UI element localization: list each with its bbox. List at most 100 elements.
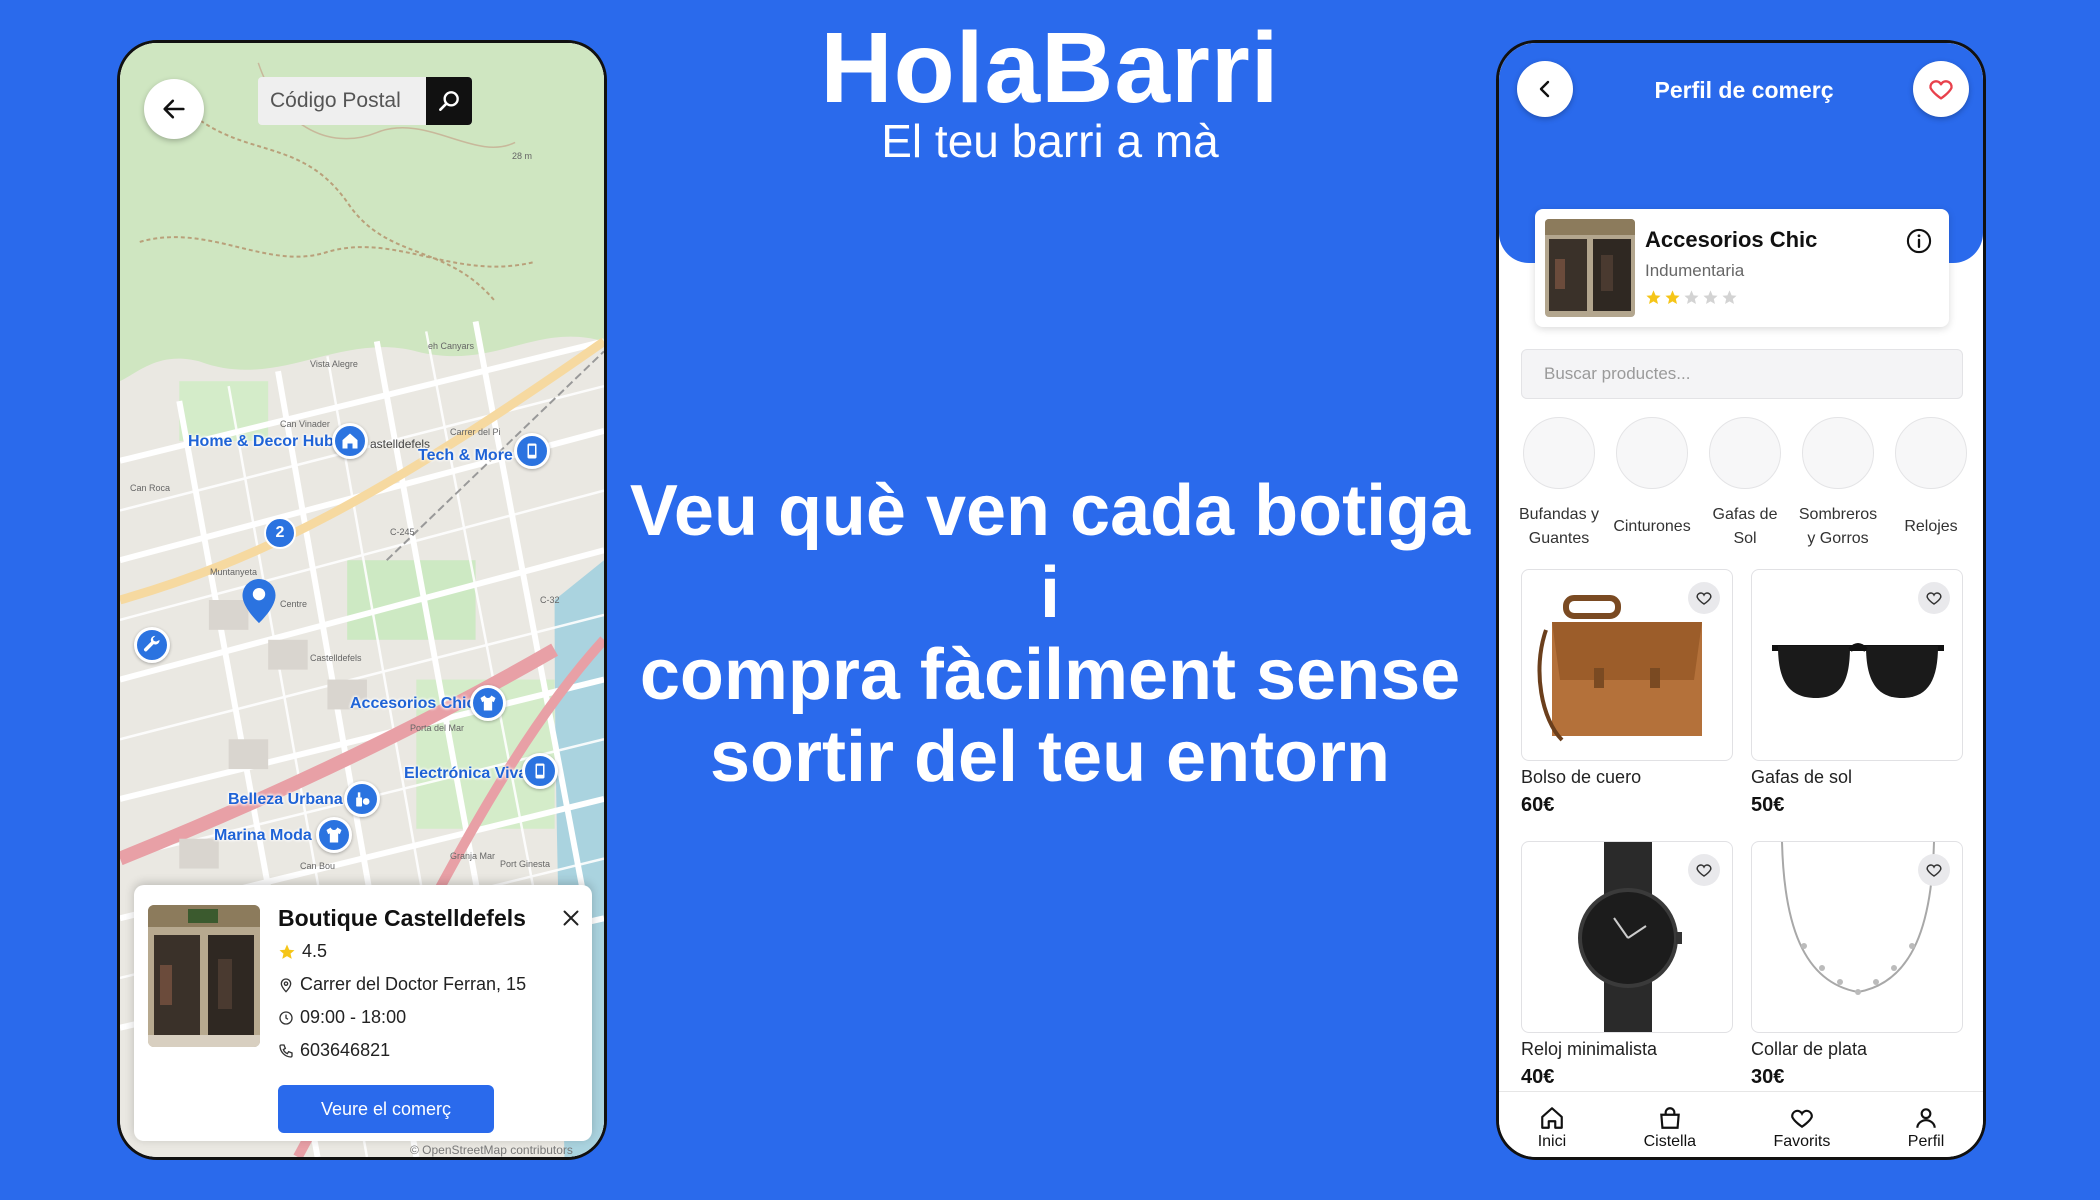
map-place: Porta del Mar	[410, 723, 465, 733]
nav-profile[interactable]: Perfil	[1908, 1105, 1944, 1151]
nav-cart[interactable]: Cistella	[1644, 1105, 1696, 1151]
map-cluster[interactable]: 2	[264, 517, 296, 549]
pin-label: Home & Decor Hub	[188, 433, 334, 450]
category-label: Gafas de Sol	[1712, 506, 1778, 547]
search-button[interactable]	[426, 77, 472, 125]
star-icon	[279, 944, 295, 959]
category-item[interactable]: Cinturones	[1608, 417, 1696, 551]
heart-icon	[1929, 80, 1953, 100]
favorite-store-button[interactable]	[1913, 61, 1969, 117]
map-place: Granja Mar	[450, 851, 496, 861]
address-row: Carrer del Doctor Ferran, 15	[278, 974, 526, 995]
product-image	[1751, 569, 1963, 761]
back-button[interactable]	[1517, 61, 1573, 117]
postal-code-search: Código Postal	[258, 77, 472, 125]
brand-header: HolaBarri El teu barri a mà	[750, 14, 1350, 166]
product-card[interactable]: Collar de plata 30€	[1751, 841, 1963, 1089]
hours-row: 09:00 - 18:00	[278, 1007, 406, 1028]
product-image	[1521, 841, 1733, 1033]
info-button[interactable]	[1905, 227, 1933, 260]
map-pin-marina-moda[interactable]	[316, 817, 352, 853]
category-label: Relojes	[1904, 518, 1958, 535]
category-item[interactable]: Relojes	[1887, 417, 1975, 551]
store-preview-sheet: Boutique Castelldefels 4.5 Carrer del Do…	[134, 885, 592, 1141]
wrench-icon	[143, 635, 160, 652]
rating-row: 4.5	[278, 941, 327, 962]
view-store-button[interactable]: Veure el comerç	[278, 1085, 494, 1133]
favorite-product-button[interactable]	[1918, 582, 1950, 614]
headline-line: Veu què ven cada botiga i	[629, 471, 1471, 633]
house-icon	[342, 433, 358, 449]
map-pin-home-decor-hub[interactable]	[332, 423, 368, 459]
home-icon	[1541, 1106, 1563, 1129]
search-icon	[439, 91, 459, 111]
map-pin-electronica-viva[interactable]	[522, 753, 558, 789]
category-item[interactable]: Sombreros y Gorros	[1794, 417, 1882, 551]
map-place: Port Ginesta	[500, 859, 551, 869]
store-category: Indumentaria	[1645, 261, 1745, 280]
map-place: C-32	[540, 595, 560, 605]
nav-home[interactable]: Inici	[1538, 1105, 1566, 1151]
map-place: Centre	[280, 599, 308, 609]
product-search-input[interactable]: Buscar productes...	[1521, 349, 1963, 399]
map-place: C-245	[390, 527, 415, 537]
arrow-left-icon	[163, 99, 185, 119]
store-address: Carrer del Doctor Ferran, 15	[300, 974, 527, 994]
beauty-icon	[356, 792, 370, 807]
category-item[interactable]: Bufandas y Guantes	[1515, 417, 1603, 551]
phone-row: 603646821	[278, 1040, 390, 1061]
store-phone[interactable]: 603646821	[300, 1040, 390, 1061]
store-hours: 09:00 - 18:00	[300, 1007, 407, 1027]
map-pin-accesorios-chic[interactable]	[470, 685, 506, 721]
phone-icon	[535, 763, 545, 779]
chevron-left-icon	[1539, 80, 1550, 98]
product-price: 40€	[1521, 1066, 1555, 1088]
nav-label: Cistella	[1643, 1132, 1697, 1150]
shop-phone: Perfil de comerç Accesorios Chic Indumen…	[1496, 40, 1986, 1160]
heart-icon	[1926, 592, 1942, 605]
product-name: Bolso de cuero	[1521, 767, 1642, 787]
nav-label: Favorits	[1773, 1132, 1831, 1150]
category-label: Bufandas y Guantes	[1518, 506, 1600, 547]
map-pin-belleza-urbana[interactable]	[344, 781, 380, 817]
category-item[interactable]: Gafas de Sol	[1701, 417, 1789, 551]
close-button[interactable]	[558, 905, 584, 931]
product-name: Gafas de sol	[1751, 767, 1853, 787]
nav-favorites[interactable]: Favorits	[1773, 1105, 1830, 1151]
pin-label: Belleza Urbana	[228, 791, 343, 808]
pin-label: Electrónica Viva	[404, 765, 528, 782]
heart-icon	[1696, 864, 1712, 877]
phone-icon	[527, 443, 537, 459]
star-empty-icon	[1722, 290, 1737, 305]
pin-label: Tech & More	[418, 447, 513, 464]
product-card[interactable]: Bolso de cuero 60€	[1521, 569, 1733, 817]
map-pin-repair[interactable]	[134, 627, 170, 663]
star-filled-icon	[1665, 290, 1680, 305]
map-attribution[interactable]: © OpenStreetMap contributors	[410, 1143, 573, 1157]
map-place: Can Roca	[130, 483, 171, 493]
product-name: Collar de plata	[1751, 1039, 1868, 1059]
map-place: Muntanyeta	[210, 567, 258, 577]
product-name: Reloj minimalista	[1521, 1039, 1658, 1059]
category-image	[1523, 417, 1595, 489]
product-card[interactable]: Reloj minimalista 40€	[1521, 841, 1733, 1089]
store-title: Boutique Castelldefels	[278, 905, 526, 931]
favorite-product-button[interactable]	[1918, 854, 1950, 886]
postal-code-input[interactable]: Código Postal	[258, 89, 426, 113]
map-phone: Vista Alegre eh Canyars Can Vinader aste…	[117, 40, 607, 1160]
shirt-icon	[326, 827, 342, 843]
favorite-product-button[interactable]	[1688, 854, 1720, 886]
map-place: Vista Alegre	[310, 359, 358, 369]
favorite-product-button[interactable]	[1688, 582, 1720, 614]
product-price: 30€	[1751, 1066, 1785, 1088]
map-place: eh Canyars	[428, 341, 475, 351]
category-label: Sombreros y Gorros	[1798, 506, 1878, 547]
headline: Veu què ven cada botiga i compra fàcilme…	[620, 470, 1480, 798]
product-card[interactable]: Gafas de sol 50€	[1751, 569, 1963, 817]
category-image	[1709, 417, 1781, 489]
store-card: Accesorios Chic Indumentaria	[1535, 209, 1949, 327]
map-pin-tech-more[interactable]	[514, 433, 550, 469]
pin-label: Marina Moda	[214, 827, 312, 844]
map-place: Can Vinader	[280, 419, 330, 429]
back-button[interactable]	[144, 79, 204, 139]
